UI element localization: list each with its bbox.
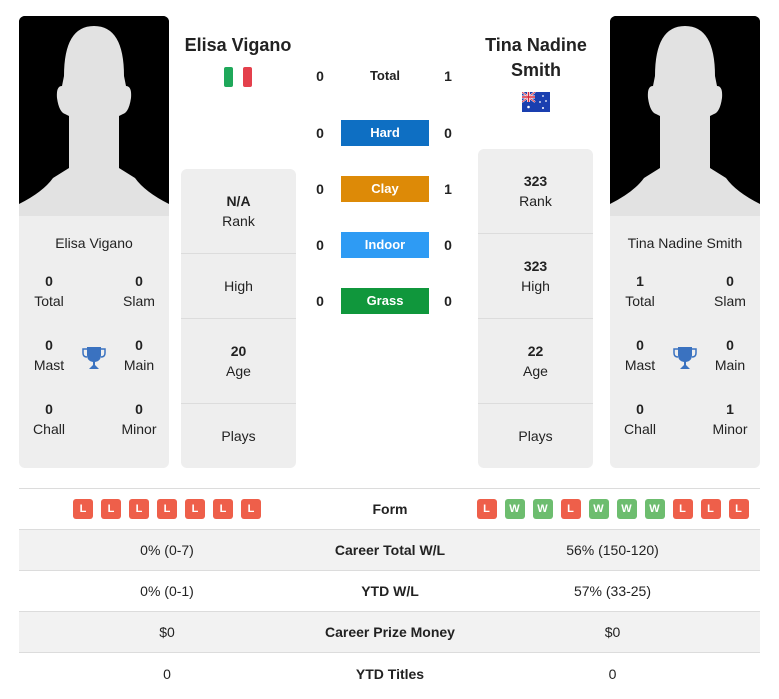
surface-indoor-button[interactable]: Indoor (341, 232, 429, 258)
stat-age: 22 Age (478, 319, 593, 404)
player1-name-link[interactable]: Elisa Vigano (168, 33, 308, 58)
form-loss-badge[interactable]: L (185, 499, 205, 519)
table-row: $0 Career Prize Money $0 (19, 612, 760, 653)
player2-form: LWWLWWWLLL (465, 499, 760, 519)
form-loss-badge[interactable]: L (213, 499, 233, 519)
form-win-badge[interactable]: W (616, 499, 637, 519)
form-loss-badge[interactable]: L (157, 499, 177, 519)
table-row: 0% (0-7) Career Total W/L 56% (150-120) (19, 530, 760, 571)
form-loss-badge[interactable]: L (129, 499, 149, 519)
form-loss-badge[interactable]: L (672, 499, 693, 519)
stat-high: 323 High (478, 234, 593, 319)
form-win-badge[interactable]: W (532, 499, 553, 519)
form-win-badge[interactable]: W (644, 499, 665, 519)
player2-name-link[interactable]: Tina Nadine Smith (466, 33, 606, 83)
stat-plays: Plays (518, 428, 553, 444)
stat-plays: Plays (221, 428, 256, 444)
h2h-indoor: 0 Indoor 0 (310, 232, 460, 258)
surface-grass-button[interactable]: Grass (341, 288, 429, 314)
h2h-clay: 0 Clay 1 (310, 176, 460, 202)
titles-slam: 0 Slam (714, 273, 746, 309)
form-loss-badge[interactable]: L (476, 499, 497, 519)
italy-flag-icon (224, 67, 252, 87)
trophy-icon (673, 347, 697, 369)
surface-hard-button[interactable]: Hard (341, 120, 429, 146)
trophy-icon (82, 347, 106, 369)
h2h-grass: 0 Grass 0 (310, 288, 460, 314)
titles-main: 0 Main (714, 337, 746, 373)
player1-card-name: Elisa Vigano (55, 235, 133, 251)
player2-photo (610, 16, 760, 216)
titles-minor: 1 Minor (712, 401, 748, 437)
titles-chall: 0 Chall (33, 401, 65, 437)
player2-stats: 323 Rank 323 High 22 Age Plays (478, 149, 593, 468)
form-loss-badge[interactable]: L (560, 499, 581, 519)
h2h-hard: 0 Hard 0 (310, 120, 460, 146)
form-loss-badge[interactable]: L (241, 499, 261, 519)
form-win-badge[interactable]: W (504, 499, 525, 519)
titles-total: 0 Total (34, 273, 64, 309)
form-loss-badge[interactable]: L (101, 499, 121, 519)
titles-mast: 0 Mast (624, 337, 656, 373)
comparison-table: LLLLLLL Form LWWLWWWLLL 0% (0-7) Career … (19, 488, 760, 694)
table-row: 0 YTD Titles 0 (163, 665, 617, 682)
form-win-badge[interactable]: W (588, 499, 609, 519)
surface-clay-button[interactable]: Clay (341, 176, 429, 202)
player2-card: Tina Nadine Smith 1 Total 0 Slam 0 Mast … (610, 16, 760, 468)
stat-high: High (181, 254, 296, 319)
table-row: 0% (0-1) YTD W/L 57% (33-25) (19, 571, 760, 612)
player1-photo (19, 16, 169, 216)
titles-slam: 0 Slam (123, 273, 155, 309)
player1-stats: N/A Rank High 20 Age Plays (181, 169, 296, 468)
stat-age: 20 Age (181, 319, 296, 404)
player1-card: Elisa Vigano 0 Total 0 Slam 0 Mast 0 Mai… (19, 16, 169, 468)
player2-card-name: Tina Nadine Smith (627, 235, 743, 251)
titles-chall: 0 Chall (624, 401, 656, 437)
player1-form: LLLLLLL (19, 499, 315, 519)
titles-minor: 0 Minor (121, 401, 157, 437)
form-loss-badge[interactable]: L (728, 499, 749, 519)
titles-main: 0 Main (123, 337, 155, 373)
titles-total: 1 Total (625, 273, 655, 309)
form-row: LLLLLLL Form LWWLWWWLLL (19, 489, 760, 530)
h2h-total: 0 Total 1 (316, 68, 452, 84)
player-silhouette-icon (19, 16, 169, 216)
form-loss-badge[interactable]: L (73, 499, 93, 519)
stat-rank: N/A Rank (181, 169, 296, 254)
stat-rank: 323 Rank (478, 149, 593, 234)
form-loss-badge[interactable]: L (700, 499, 721, 519)
titles-mast: 0 Mast (33, 337, 65, 373)
player-silhouette-icon (610, 16, 760, 216)
australia-flag-icon (522, 92, 550, 112)
